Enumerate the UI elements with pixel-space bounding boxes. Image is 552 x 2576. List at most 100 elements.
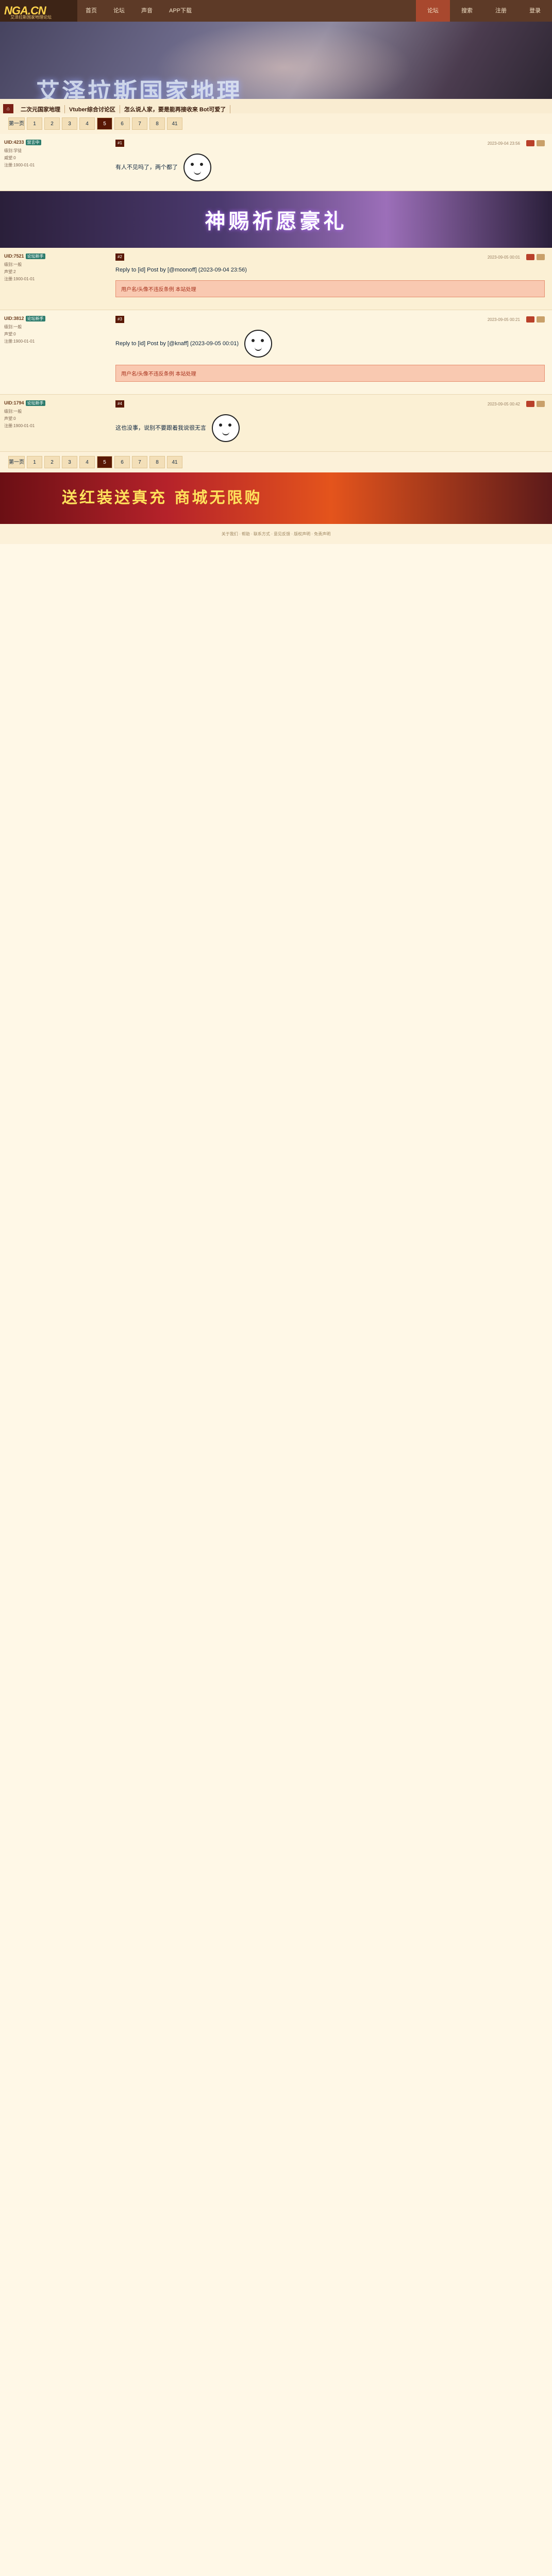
post-body: #3 2023-09-05 00:21 Reply to [id] Post b… <box>110 310 552 394</box>
author-panel: UID:7521 论坛新手 级别:一般 声望:2 注册:1900-01-01 <box>0 248 110 310</box>
notice-box: 用户名/头像不违反条例 本站处理 <box>115 365 545 382</box>
author-uid[interactable]: UID:4233 <box>4 140 24 145</box>
reply-button[interactable] <box>526 254 534 260</box>
site-logo[interactable]: NGA.CN 艾泽拉斯国家地理论坛 <box>0 0 77 22</box>
post: UID:7521 论坛新手 级别:一般 声望:2 注册:1900-01-01 #2… <box>0 248 552 310</box>
post-actions <box>524 254 545 260</box>
status-badge: 论坛新手 <box>25 316 45 321</box>
floor-number[interactable]: #4 <box>115 400 124 408</box>
post-actions <box>524 401 545 407</box>
pager-page[interactable]: 4 <box>79 117 95 130</box>
pager-current[interactable]: 5 <box>97 456 112 468</box>
post-header: #2 2023-09-05 00:01 <box>115 253 545 261</box>
sticker-icon <box>212 414 240 442</box>
author-meta-line: 注册:1900-01-01 <box>4 163 35 167</box>
pager-page[interactable]: 2 <box>44 456 60 468</box>
pager-top: 第一页 1 2 3 4 5 6 7 8 41 <box>0 113 552 134</box>
floor-number[interactable]: #3 <box>115 316 124 323</box>
post-header: #1 2023-09-04 23:56 <box>115 139 545 147</box>
top-bar: NGA.CN 艾泽拉斯国家地理论坛 首页 论坛 声音 APP下载 论坛 搜索 注… <box>0 0 552 22</box>
author-meta-line: 级别:一般 <box>4 325 22 329</box>
ad-banner-top[interactable]: 神赐祈愿豪礼 <box>0 191 552 248</box>
quote-button[interactable] <box>537 401 545 407</box>
post-content: Reply to [id] Post by [@knaff] (2023-09-… <box>115 328 545 360</box>
forum-banner: 艾泽拉斯国家地理 ⌂ 二次元国家地理 Vtuber综合讨论区 怎么说人家，要是能… <box>0 22 552 113</box>
reply-button[interactable] <box>526 316 534 323</box>
author-meta: 级别:学徒 威望:0 注册:1900-01-01 <box>4 147 106 169</box>
author-meta-line: 级别:学徒 <box>4 148 22 153</box>
quote-button[interactable] <box>537 254 545 260</box>
post-content: 这也没事，说别不要跟着我说很无言 <box>115 412 545 444</box>
author-uid[interactable]: UID:1794 <box>4 400 24 405</box>
pager-page[interactable]: 8 <box>149 117 165 130</box>
nav-home[interactable]: 首页 <box>77 0 105 22</box>
logo-subtitle: 艾泽拉斯国家地理论坛 <box>10 15 52 20</box>
nav-login[interactable]: 登录 <box>518 0 552 22</box>
ad-title: 送红装送真充 商城无限购 <box>62 489 262 507</box>
pager-page[interactable]: 6 <box>114 117 130 130</box>
pager-page[interactable]: 1 <box>27 456 42 468</box>
post-time: 2023-09-04 23:56 <box>487 141 520 146</box>
post-text: 有人不见吗了，两个都了 <box>115 164 178 171</box>
reply-button[interactable] <box>526 140 534 146</box>
pager-page[interactable]: 1 <box>27 117 42 130</box>
author-uid[interactable]: UID:7521 <box>4 253 24 259</box>
post-content: Reply to [id] Post by [@moonoff] (2023-0… <box>115 265 545 275</box>
author-panel: UID:1794 论坛新手 级别:一般 声望:0 注册:1900-01-01 <box>0 395 110 451</box>
status-badge: 论坛新手 <box>25 400 45 406</box>
author-meta-line: 级别:一般 <box>4 262 22 267</box>
post-actions <box>524 316 545 323</box>
post: UID:1794 论坛新手 级别:一般 声望:0 注册:1900-01-01 #4… <box>0 395 552 452</box>
status-badge: 禁言中 <box>25 140 41 145</box>
breadcrumb-item-1[interactable]: Vtuber综合讨论区 <box>65 105 120 113</box>
post-text: Reply to [id] Post by [@knaff] (2023-09-… <box>115 340 239 347</box>
author-meta: 级别:一般 声望:0 注册:1900-01-01 <box>4 324 106 345</box>
reply-button[interactable] <box>526 401 534 407</box>
post: UID:3812 论坛新手 级别:一般 声望:0 注册:1900-01-01 #3… <box>0 310 552 395</box>
author-uid[interactable]: UID:3812 <box>4 316 24 321</box>
post-text: Reply to [id] Post by [@moonoff] (2023-0… <box>115 267 247 273</box>
nav-search[interactable]: 搜索 <box>450 0 484 22</box>
author-meta-line: 注册:1900-01-01 <box>4 277 35 281</box>
pager-page[interactable]: 7 <box>132 117 147 130</box>
home-icon[interactable]: ⌂ <box>3 104 13 113</box>
nav-forum[interactable]: 论坛 <box>105 0 133 22</box>
post-header: #4 2023-09-05 00:42 <box>115 400 545 408</box>
quote-button[interactable] <box>537 140 545 146</box>
pager-page[interactable]: 2 <box>44 117 60 130</box>
post-body: #4 2023-09-05 00:42 这也没事，说别不要跟着我说很无言 <box>110 395 552 451</box>
author-meta-line: 声望:0 <box>4 416 16 421</box>
nav-app[interactable]: APP下载 <box>161 0 200 22</box>
post-text: 这也没事，说别不要跟着我说很无言 <box>115 425 206 431</box>
pager-page[interactable]: 4 <box>79 456 95 468</box>
nav-register[interactable]: 注册 <box>484 0 518 22</box>
pager-first[interactable]: 第一页 <box>8 456 25 468</box>
pager-page[interactable]: 3 <box>62 456 77 468</box>
post-header: #3 2023-09-05 00:21 <box>115 315 545 324</box>
pager: 第一页 1 2 3 4 5 6 7 8 41 <box>8 117 185 130</box>
nav-forum-right[interactable]: 论坛 <box>416 0 450 22</box>
breadcrumb: ⌂ 二次元国家地理 Vtuber综合讨论区 怎么说人家，要是能再接收来 Bot可… <box>0 99 552 113</box>
author-meta: 级别:一般 声望:2 注册:1900-01-01 <box>4 261 106 283</box>
floor-number[interactable]: #1 <box>115 140 124 147</box>
breadcrumb-item-2[interactable]: 怎么说人家，要是能再接收来 Bot可爱了 <box>120 105 231 113</box>
pager-last[interactable]: 41 <box>167 456 182 468</box>
sticker-icon <box>244 330 273 358</box>
pager-page[interactable]: 3 <box>62 117 77 130</box>
status-badge: 论坛新手 <box>25 253 45 259</box>
nav-voice[interactable]: 声音 <box>133 0 161 22</box>
pager-page[interactable]: 6 <box>114 456 130 468</box>
pager-page[interactable]: 7 <box>132 456 147 468</box>
pager-last[interactable]: 41 <box>167 117 182 130</box>
quote-button[interactable] <box>537 316 545 323</box>
pager-current[interactable]: 5 <box>97 117 112 130</box>
author-panel: UID:4233 禁言中 级别:学徒 威望:0 注册:1900-01-01 <box>0 134 110 191</box>
pager-first[interactable]: 第一页 <box>8 117 25 130</box>
post-body: #1 2023-09-04 23:56 有人不见吗了，两个都了 <box>110 134 552 191</box>
sticker-icon <box>183 154 212 181</box>
post-body: #2 2023-09-05 00:01 Reply to [id] Post b… <box>110 248 552 310</box>
pager-page[interactable]: 8 <box>149 456 165 468</box>
ad-banner-bottom[interactable]: 送红装送真充 商城无限购 <box>0 472 552 524</box>
floor-number[interactable]: #2 <box>115 253 124 261</box>
breadcrumb-item-0[interactable]: 二次元国家地理 <box>16 105 65 113</box>
